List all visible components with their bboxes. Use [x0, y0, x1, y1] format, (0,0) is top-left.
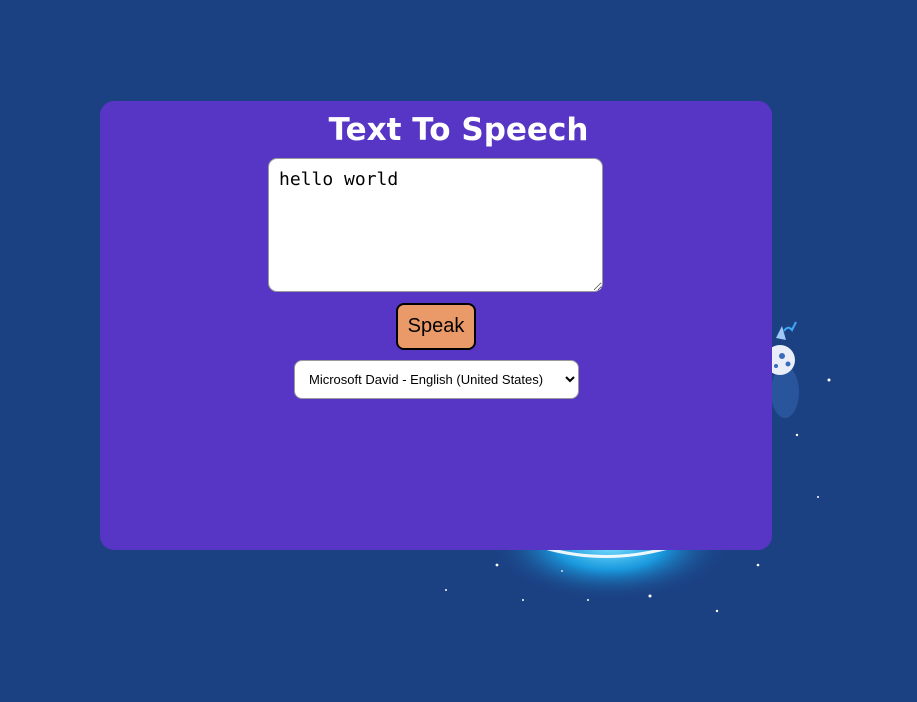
speak-button[interactable]: Speak — [396, 303, 476, 350]
page-title: Text To Speech — [328, 112, 589, 148]
voice-select[interactable]: Microsoft David - English (United States… — [294, 360, 579, 399]
text-input[interactable]: hello world — [268, 158, 603, 292]
tts-card: hello world Speak Microsoft David - Engl… — [100, 101, 772, 550]
